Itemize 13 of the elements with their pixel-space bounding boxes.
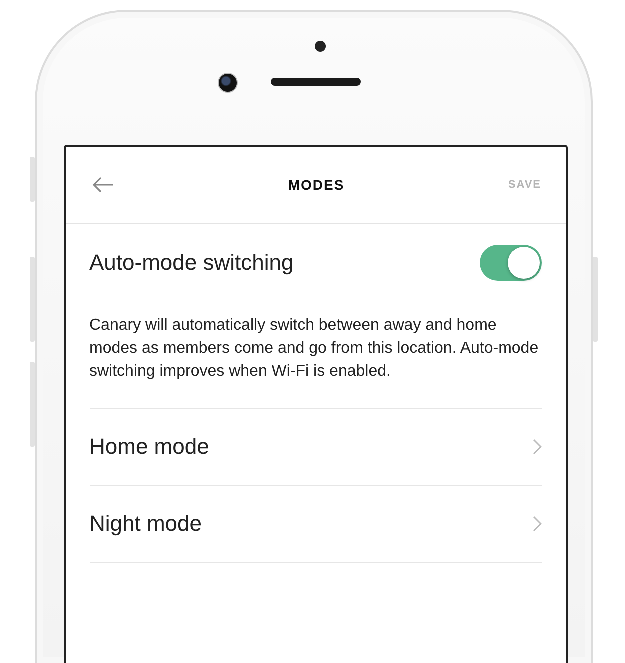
chevron-right-icon	[532, 516, 542, 532]
back-arrow-icon	[92, 177, 114, 193]
back-button[interactable]	[92, 177, 114, 193]
mode-row[interactable]: Night mode	[90, 485, 542, 563]
mode-row[interactable]: Home mode	[90, 408, 542, 485]
chevron-right-icon	[532, 439, 542, 455]
setting-label: Auto-mode switching	[90, 250, 294, 276]
description-text: Canary will automatically switch between away and home modes as members come and go from this location. Auto-mode switching improves when Wi-Fi is enabled.	[90, 316, 540, 382]
toggle-switch[interactable]	[480, 245, 542, 281]
speaker-icon	[271, 78, 361, 86]
sensor-icon	[315, 41, 326, 52]
camera-icon	[218, 73, 238, 93]
screen-title: MODES	[288, 177, 345, 193]
